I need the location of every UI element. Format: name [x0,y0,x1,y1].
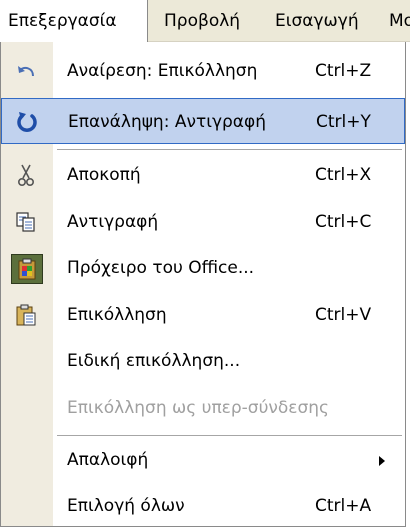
submenu-arrow-icon [379,456,385,466]
edit-dropdown-menu: Αναίρεση: Επικόλληση Ctrl+Z Επανάληψη: Α… [0,42,406,527]
menu-item-clear[interactable]: Απαλοιφή [1,437,405,483]
menu-item-shortcut: Ctrl+Z [315,61,372,81]
menu-item-label: Πρόχειρο του Office... [67,258,255,278]
menu-format[interactable]: Μο [389,0,410,42]
app-window: Επεξεργασία Προβολή Εισαγωγή Μο Αναίρεση… [0,0,410,527]
menu-item-select-all[interactable]: Επιλογή όλων Ctrl+A [1,483,405,527]
menu-item-label: Επικόλληση ως υπερ-σύνδεσης [67,398,330,418]
menu-edit[interactable]: Επεξεργασία [0,0,148,42]
menu-item-label: Απαλοιφή [67,450,149,470]
menu-separator [57,435,402,436]
menu-item-label: Ειδική επικόλληση... [67,351,241,371]
menu-item-label: Αντιγραφή [67,212,159,232]
paste-icon [11,301,41,329]
redo-icon [12,108,42,136]
menu-item-paste-special[interactable]: Ειδική επικόλληση... [1,338,405,384]
menu-item-redo[interactable]: Επανάληψη: Αντιγραφή Ctrl+Y [1,98,405,144]
menu-view[interactable]: Προβολή [164,0,240,42]
undo-icon [11,57,41,85]
office-clipboard-icon [11,254,43,284]
menu-item-paste[interactable]: Επικόλληση Ctrl+V [1,292,405,338]
menu-item-paste-hyperlink: Επικόλληση ως υπερ-σύνδεσης [1,385,405,431]
menu-item-cut[interactable]: Αποκοπή Ctrl+X [1,152,405,198]
menu-item-shortcut: Ctrl+Y [316,112,371,132]
menu-bar: Επεξεργασία Προβολή Εισαγωγή Μο [0,0,410,42]
menu-item-copy[interactable]: Αντιγραφή Ctrl+C [1,199,405,245]
menu-item-label: Αποκοπή [67,165,141,185]
menu-item-label: Επιλογή όλων [67,496,185,516]
menu-separator [57,149,402,150]
menu-item-undo[interactable]: Αναίρεση: Επικόλληση Ctrl+Z [1,48,405,94]
menu-item-shortcut: Ctrl+C [315,212,372,232]
menu-item-label: Επικόλληση [67,305,167,325]
menu-item-label: Επανάληψη: Αντιγραφή [68,112,266,132]
scissors-icon [11,161,41,189]
menu-item-office-clipboard[interactable]: Πρόχειρο του Office... [1,245,405,291]
menu-item-shortcut: Ctrl+X [315,165,372,185]
menu-item-shortcut: Ctrl+A [315,496,372,516]
menu-item-label: Αναίρεση: Επικόλληση [67,61,258,81]
copy-icon [11,208,41,236]
menu-insert[interactable]: Εισαγωγή [275,0,359,42]
menu-item-shortcut: Ctrl+V [315,305,372,325]
